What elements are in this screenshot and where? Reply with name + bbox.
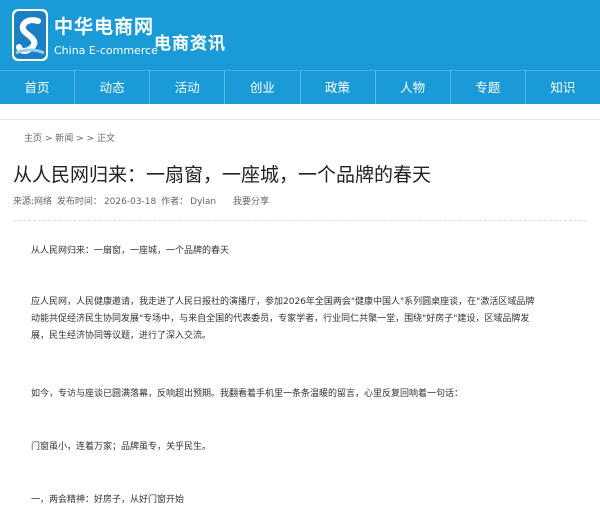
published-label: 发布时间： <box>56 197 102 207</box>
site-logo-icon[interactable] <box>12 9 48 61</box>
breadcrumb-separator: > <box>42 134 56 144</box>
site-header: 中华电商网 China E-commerce 电商资讯 <box>0 0 600 70</box>
article-paragraph: 如今，专访与座谈已圆满落幕，反响超出预期。我翻看着手机里一条条温暖的留言，心里反… <box>31 389 464 399</box>
nav-item-startup[interactable]: 创业 <box>225 71 301 104</box>
site-name[interactable]: 中华电商网 <box>54 12 154 39</box>
breadcrumb-home[interactable]: 主页 <box>24 134 42 144</box>
article-paragraph: 应人民网，人民健康邀请，我走进了人民日报社的演播厅，参加2026年全国两会"健康… <box>31 297 535 341</box>
breadcrumb: 主页 > 新闻 > > 正文 <box>0 120 600 150</box>
section-title: 电商资讯 <box>154 34 226 54</box>
site-name-en: China E-commerce <box>54 44 158 57</box>
nav-item-events[interactable]: 活动 <box>150 71 226 104</box>
nav-spacer <box>0 104 600 120</box>
breadcrumb-separator: > > <box>73 134 97 144</box>
share-button[interactable]: 我要分享 <box>233 197 269 207</box>
breadcrumb-current: 正文 <box>96 134 115 144</box>
article-meta: 来源:网络 发布时间： 2026-03-18 作者： Dylan 我要分享 <box>0 190 600 220</box>
author-name: Dylan <box>190 197 217 207</box>
author-label: 作者： <box>161 197 189 207</box>
nav-item-home[interactable]: 首页 <box>0 71 76 104</box>
nav-item-news[interactable]: 动态 <box>75 71 151 104</box>
main-nav: 首页 动态 活动 创业 政策 人物 专题 知识 <box>0 70 600 104</box>
article-title: 从人民网归来：一扇窗，一座城，一个品牌的春天 <box>13 164 432 186</box>
article-paragraph: 从人民网归来：一扇窗，一座城，一个品牌的春天 <box>31 246 230 256</box>
nav-item-topics[interactable]: 专题 <box>451 71 526 104</box>
nav-item-policy[interactable]: 政策 <box>301 71 376 104</box>
published-date: 2026-03-18 <box>103 197 157 207</box>
nav-item-knowledge[interactable]: 知识 <box>526 71 600 104</box>
article-section-heading: 一，两会精神：好房子，从好门窗开始 <box>31 495 185 505</box>
breadcrumb-news[interactable]: 新闻 <box>55 134 73 144</box>
article-paragraph: 门窗虽小，连着万家；品牌虽专，关乎民生。 <box>31 442 212 452</box>
article-source: 来源:网络 <box>13 197 53 207</box>
nav-item-people[interactable]: 人物 <box>376 71 451 104</box>
meta-divider <box>13 220 587 221</box>
